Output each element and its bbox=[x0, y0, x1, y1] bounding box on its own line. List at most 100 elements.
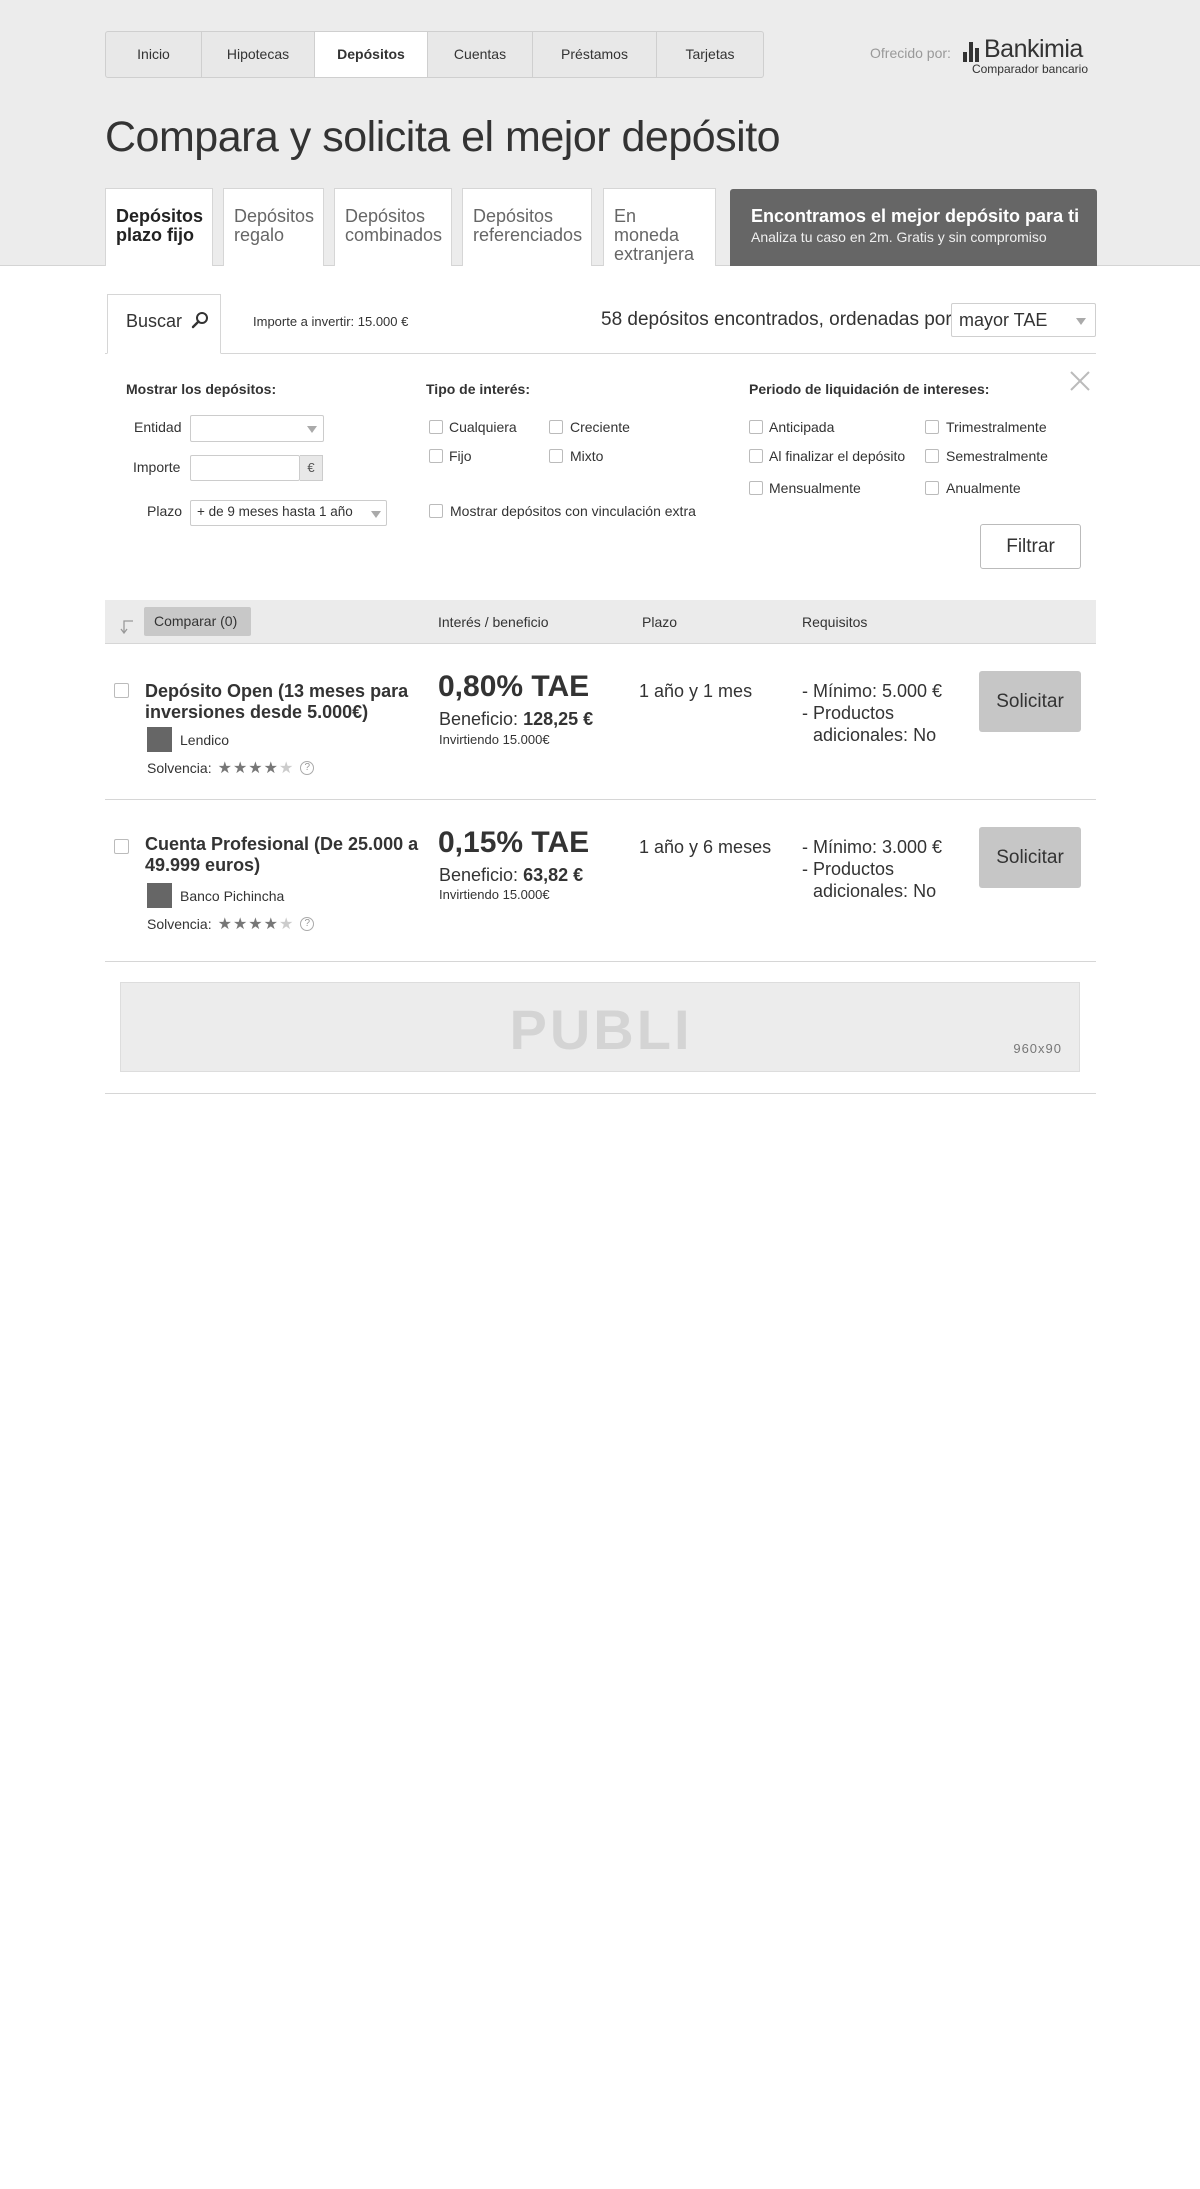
solvency-stars: ★ ★ ★ ★ ★ bbox=[218, 758, 295, 778]
mensual-label[interactable]: Mensualmente bbox=[769, 480, 861, 496]
cualquiera-checkbox[interactable] bbox=[429, 420, 443, 434]
anual-checkbox[interactable] bbox=[925, 481, 939, 495]
benefit-value: 128,25 € bbox=[523, 709, 594, 729]
requirements: - Mínimo: 5.000 € - Productos adicionale… bbox=[802, 680, 942, 746]
vinculacion-label[interactable]: Mostrar depósitos con vinculación extra bbox=[450, 503, 696, 519]
apply-button[interactable]: Solicitar bbox=[979, 827, 1081, 888]
compare-button[interactable]: Comparar (0) bbox=[144, 607, 251, 636]
entidad-label: Entidad bbox=[134, 419, 182, 435]
al-finalizar-checkbox[interactable] bbox=[749, 449, 763, 463]
creciente-checkbox[interactable] bbox=[549, 420, 563, 434]
tab-line1: En moneda bbox=[614, 206, 680, 245]
star-filled-icon: ★ bbox=[263, 760, 279, 777]
solvency-label: Solvencia: bbox=[147, 916, 212, 932]
mixto-label[interactable]: Mixto bbox=[570, 448, 603, 464]
anual-label[interactable]: Anualmente bbox=[946, 480, 1021, 496]
compare-checkbox[interactable] bbox=[114, 839, 129, 854]
tab-regalo[interactable]: Depósitos regalo bbox=[223, 188, 324, 266]
ad-banner[interactable]: PUBLI 960x90 bbox=[120, 982, 1080, 1072]
mixto-checkbox[interactable] bbox=[549, 449, 563, 463]
amount-info: Importe a invertir: 15.000 € bbox=[253, 314, 409, 329]
nav-item-prestamos[interactable]: Préstamos bbox=[533, 32, 657, 77]
requirement-products: - Productos bbox=[802, 703, 895, 723]
requirement-min: - Mínimo: 3.000 € bbox=[802, 837, 943, 857]
col-header-plazo: Plazo bbox=[642, 614, 678, 630]
brand-subtitle: Comparador bancario bbox=[971, 62, 1088, 76]
tab-combinados[interactable]: Depósitos combinados bbox=[334, 188, 452, 266]
nav-item-hipotecas[interactable]: Hipotecas bbox=[202, 32, 315, 77]
offered-by-label: Ofrecido por: bbox=[870, 45, 951, 61]
tab-line2: extranjera bbox=[614, 244, 695, 264]
promo-title: Encontramos el mejor depósito para ti bbox=[751, 206, 1080, 226]
importe-input[interactable] bbox=[190, 455, 300, 481]
cualquiera-label[interactable]: Cualquiera bbox=[449, 419, 517, 435]
star-filled-icon: ★ bbox=[232, 760, 249, 777]
chevron-down-icon bbox=[307, 426, 317, 433]
brand-bars-icon bbox=[963, 42, 979, 62]
promo-subtitle: Analiza tu caso en 2m. Gratis y sin comp… bbox=[751, 229, 1047, 245]
apply-button[interactable]: Solicitar bbox=[979, 671, 1081, 732]
vinculacion-checkbox[interactable] bbox=[429, 504, 443, 518]
filter-interest-heading: Tipo de interés: bbox=[426, 381, 530, 397]
bank-logo bbox=[147, 727, 172, 752]
close-icon[interactable] bbox=[1068, 369, 1092, 393]
search-tab[interactable]: Buscar bbox=[107, 294, 221, 354]
solvency-label: Solvencia: bbox=[147, 760, 212, 776]
plazo-select[interactable]: + de 9 meses hasta 1 año bbox=[190, 500, 387, 526]
sort-select[interactable]: mayor TAE bbox=[951, 303, 1096, 337]
solvency: Solvencia: ★ ★ ★ ★ ★ ? bbox=[147, 914, 315, 934]
star-filled-icon: ★ bbox=[217, 760, 233, 777]
fijo-checkbox[interactable] bbox=[429, 449, 443, 463]
anticipada-label[interactable]: Anticipada bbox=[769, 419, 834, 435]
benefit: Beneficio: 63,82 € bbox=[439, 865, 583, 886]
promo-banner[interactable]: Encontramos el mejor depósito para ti An… bbox=[730, 189, 1097, 266]
help-icon[interactable]: ? bbox=[300, 917, 315, 931]
tae-value: 0,15% TAE bbox=[438, 826, 590, 859]
star-filled-icon: ★ bbox=[248, 916, 264, 933]
nav-item-inicio[interactable]: Inicio bbox=[106, 32, 202, 77]
help-icon[interactable]: ? bbox=[300, 761, 315, 775]
requirement-products-value: adicionales: No bbox=[813, 725, 937, 745]
bank-logo bbox=[147, 883, 172, 908]
search-tab-label: Buscar bbox=[126, 311, 183, 331]
importe-label: Importe bbox=[133, 459, 181, 475]
sort-select-value: mayor TAE bbox=[959, 310, 1048, 330]
product-name[interactable]: Cuenta Profesional (De 25.000 a 49.999 e… bbox=[145, 834, 420, 876]
plazo-select-value: + de 9 meses hasta 1 año bbox=[197, 504, 353, 519]
product-name[interactable]: Depósito Open (13 meses para inversiones… bbox=[145, 681, 420, 723]
trimestral-checkbox[interactable] bbox=[925, 420, 939, 434]
tab-line1: Depósitos bbox=[345, 206, 426, 226]
benefit-value: 63,82 € bbox=[523, 865, 584, 885]
nav-item-depositos[interactable]: Depósitos bbox=[315, 32, 428, 77]
row-divider bbox=[105, 799, 1096, 800]
brand-logo[interactable]: Bankimia Comparador bancario bbox=[963, 36, 1088, 76]
tab-moneda-extranjera[interactable]: En moneda extranjera bbox=[603, 188, 716, 266]
filter-button[interactable]: Filtrar bbox=[980, 524, 1081, 569]
nav-item-tarjetas[interactable]: Tarjetas bbox=[657, 32, 763, 77]
nav-item-cuentas[interactable]: Cuentas bbox=[428, 32, 533, 77]
solvency-stars: ★ ★ ★ ★ ★ bbox=[218, 914, 295, 934]
trimestral-label[interactable]: Trimestralmente bbox=[946, 419, 1047, 435]
plazo-value: 1 año y 6 meses bbox=[639, 837, 772, 857]
results-table-header: Comparar (0) Interés / beneficio Plazo R… bbox=[105, 600, 1096, 644]
creciente-label[interactable]: Creciente bbox=[570, 419, 630, 435]
tab-referenciados[interactable]: Depósitos referenciados bbox=[462, 188, 592, 266]
star-filled-icon: ★ bbox=[248, 760, 264, 777]
anticipada-checkbox[interactable] bbox=[749, 420, 763, 434]
fijo-label[interactable]: Fijo bbox=[449, 448, 472, 464]
benefit-label: Beneficio: bbox=[439, 709, 519, 729]
tab-line2: regalo bbox=[234, 225, 285, 245]
semestral-label[interactable]: Semestralmente bbox=[946, 448, 1048, 464]
row-divider bbox=[105, 961, 1096, 962]
al-finalizar-label[interactable]: Al finalizar el depósito bbox=[769, 448, 905, 464]
entidad-select[interactable] bbox=[190, 415, 324, 442]
tab-plazo-fijo[interactable]: Depósitos plazo fijo bbox=[105, 188, 213, 266]
compare-checkbox[interactable] bbox=[114, 683, 129, 698]
semestral-checkbox[interactable] bbox=[925, 449, 939, 463]
tab-line1: Depósitos bbox=[234, 206, 315, 226]
brand-name: Bankimia bbox=[984, 35, 1083, 63]
mensual-checkbox[interactable] bbox=[749, 481, 763, 495]
benefit-label: Beneficio: bbox=[439, 865, 519, 885]
tab-line2: referenciados bbox=[473, 225, 583, 245]
search-divider bbox=[105, 353, 1096, 354]
